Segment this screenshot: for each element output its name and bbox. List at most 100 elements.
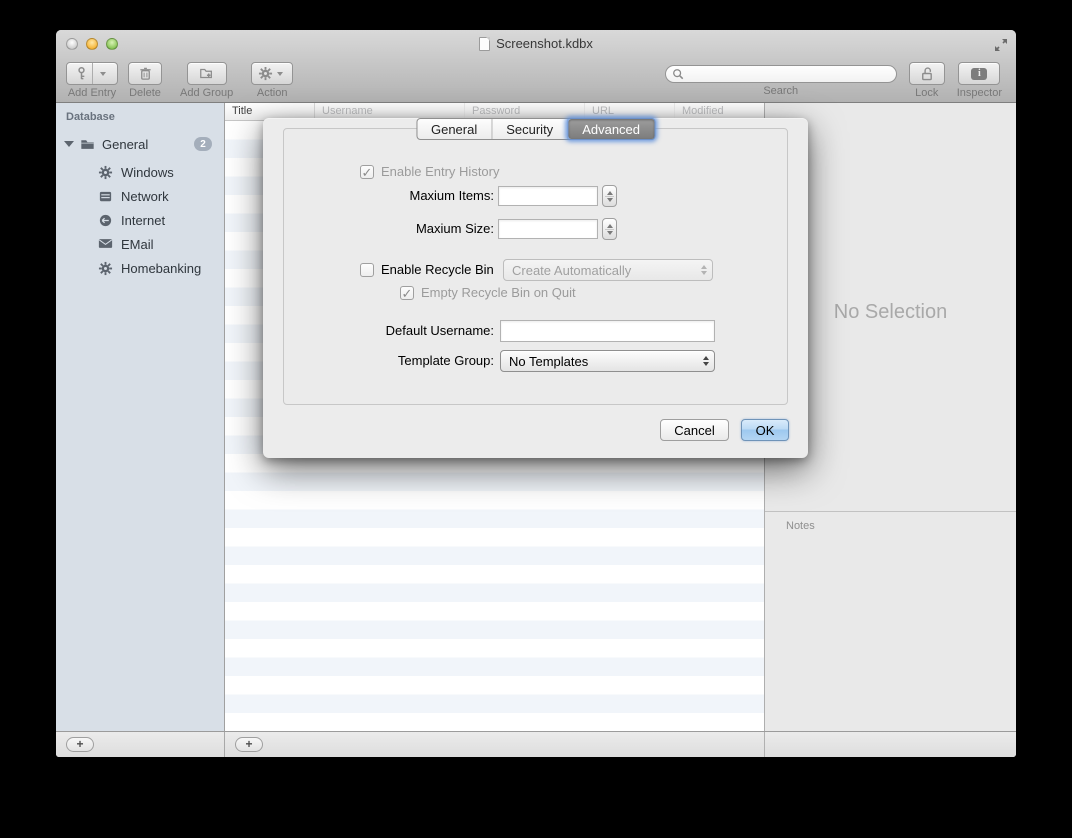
- lock-button[interactable]: [909, 62, 945, 85]
- gear-icon: [98, 165, 113, 180]
- search-icon: [672, 68, 684, 80]
- button-divider: [92, 63, 93, 84]
- chevron-down-icon: [100, 72, 106, 76]
- lock-label: Lock: [915, 87, 938, 99]
- max-items-input[interactable]: [498, 186, 598, 206]
- chevron-down-icon: [277, 72, 283, 76]
- window-header: Screenshot.kdbx: [56, 30, 1016, 103]
- disclosure-triangle-icon[interactable]: [64, 141, 74, 147]
- notes-label: Notes: [786, 520, 815, 532]
- add-group-button[interactable]: [187, 62, 227, 85]
- titlebar[interactable]: Screenshot.kdbx: [56, 30, 1016, 58]
- add-group-label: Add Group: [180, 87, 233, 99]
- max-items-stepper[interactable]: [602, 185, 617, 207]
- globe-arrow-icon: [98, 213, 113, 228]
- enable-recycle-bin-label: Enable Recycle Bin: [381, 262, 494, 278]
- checkmark-icon: ✓: [362, 166, 373, 179]
- popup-value: No Templates: [509, 354, 588, 369]
- toolbar-item-inspector: i Inspector: [957, 62, 1002, 99]
- sidebar-item-homebanking[interactable]: Homebanking: [56, 256, 224, 280]
- toolbar: Add Entry Delete: [56, 58, 1016, 103]
- delete-label: Delete: [129, 87, 161, 99]
- settings-tab-bar: General Security Advanced: [416, 118, 655, 140]
- action-button[interactable]: [251, 62, 293, 85]
- envelope-icon: [98, 237, 113, 252]
- stepper-up-icon: [607, 224, 613, 228]
- database-settings-dialog: General Security Advanced ✓ Enable Entry…: [263, 118, 808, 458]
- max-items-label: Maxium Items:: [263, 186, 494, 206]
- folder-icon: [80, 137, 95, 152]
- sidebar-item-label: Network: [121, 189, 169, 204]
- desktop: Screenshot.kdbx: [0, 0, 1072, 838]
- bottom-bar-right-section: [765, 732, 1016, 757]
- max-size-label: Maxium Size:: [263, 219, 494, 239]
- add-entry-plus-button[interactable]: +: [235, 737, 263, 752]
- toolbar-item-add-group: Add Group: [180, 62, 233, 99]
- bottom-bar-sidebar-section: +: [56, 732, 225, 757]
- sidebar-item-label: General: [102, 137, 148, 152]
- notes-divider: [765, 511, 1016, 512]
- sidebar-item-label: Internet: [121, 213, 165, 228]
- sidebar-item-email[interactable]: EMail: [56, 232, 224, 256]
- window-title: Screenshot.kdbx: [496, 36, 593, 51]
- app-window: Screenshot.kdbx: [56, 30, 1016, 757]
- toolbar-item-add-entry: Add Entry: [66, 62, 118, 99]
- padlock-open-icon: [919, 66, 934, 81]
- server-icon: [98, 189, 113, 204]
- empty-recycle-bin-checkbox[interactable]: ✓: [400, 286, 414, 300]
- sidebar-item-label: Homebanking: [121, 261, 201, 276]
- stepper-up-icon: [607, 191, 613, 195]
- stepper-down-icon: [607, 198, 613, 202]
- sidebar-item-label: EMail: [121, 237, 154, 252]
- sidebar-item-general[interactable]: General 2: [56, 133, 224, 155]
- sidebar-item-label: Windows: [121, 165, 174, 180]
- add-entry-label: Add Entry: [68, 87, 116, 99]
- max-size-stepper[interactable]: [602, 218, 617, 240]
- gear-icon: [258, 66, 273, 81]
- default-username-label: Default Username:: [263, 321, 494, 341]
- toolbar-right-group: Search Lock i Inspe: [665, 62, 1002, 99]
- add-group-plus-button[interactable]: +: [66, 737, 94, 752]
- sidebar-item-windows[interactable]: Windows: [56, 160, 224, 184]
- tab-general[interactable]: General: [417, 119, 492, 139]
- ok-button[interactable]: OK: [741, 419, 789, 441]
- popup-value: Create Automatically: [512, 263, 631, 278]
- gear-icon: [98, 261, 113, 276]
- max-size-input[interactable]: [498, 219, 598, 239]
- action-label: Action: [257, 87, 288, 99]
- sidebar: Database General 2 Windows: [56, 103, 225, 731]
- sidebar-item-network[interactable]: Network: [56, 184, 224, 208]
- toolbar-item-action: Action: [251, 62, 293, 99]
- document-icon: [479, 37, 490, 51]
- add-entry-button[interactable]: [66, 62, 118, 85]
- window-title-area: Screenshot.kdbx: [56, 36, 1016, 51]
- toolbar-left-group: Add Entry Delete: [66, 62, 293, 99]
- count-badge: 2: [194, 137, 212, 151]
- default-username-input[interactable]: [500, 320, 715, 342]
- search-input[interactable]: [665, 65, 897, 83]
- enable-entry-history-checkbox[interactable]: ✓: [360, 165, 374, 179]
- tab-security[interactable]: Security: [492, 119, 568, 139]
- toolbar-item-search: Search: [665, 62, 897, 97]
- bottom-bar-table-section: +: [225, 732, 765, 757]
- inspector-button[interactable]: i: [958, 62, 1000, 85]
- sidebar-section-header: Database: [66, 111, 115, 123]
- folder-plus-icon: [199, 66, 214, 81]
- inspector-label: Inspector: [957, 87, 1002, 99]
- recycle-bin-mode-popup[interactable]: Create Automatically: [503, 259, 713, 281]
- fullscreen-arrows-icon[interactable]: [994, 38, 1008, 52]
- toolbar-item-delete: Delete: [128, 62, 162, 99]
- cancel-button[interactable]: Cancel: [660, 419, 729, 441]
- enable-recycle-bin-checkbox[interactable]: [360, 263, 374, 277]
- bottom-bar: + +: [56, 731, 1016, 757]
- empty-recycle-bin-label: Empty Recycle Bin on Quit: [421, 285, 576, 301]
- checkmark-icon: ✓: [402, 287, 413, 300]
- stepper-down-icon: [607, 231, 613, 235]
- trash-icon: [138, 66, 153, 81]
- template-group-popup[interactable]: No Templates: [500, 350, 715, 372]
- popup-arrows-icon: [701, 260, 707, 280]
- template-group-label: Template Group:: [263, 351, 494, 371]
- delete-button[interactable]: [128, 62, 162, 85]
- tab-advanced[interactable]: Advanced: [568, 119, 654, 139]
- sidebar-item-internet[interactable]: Internet: [56, 208, 224, 232]
